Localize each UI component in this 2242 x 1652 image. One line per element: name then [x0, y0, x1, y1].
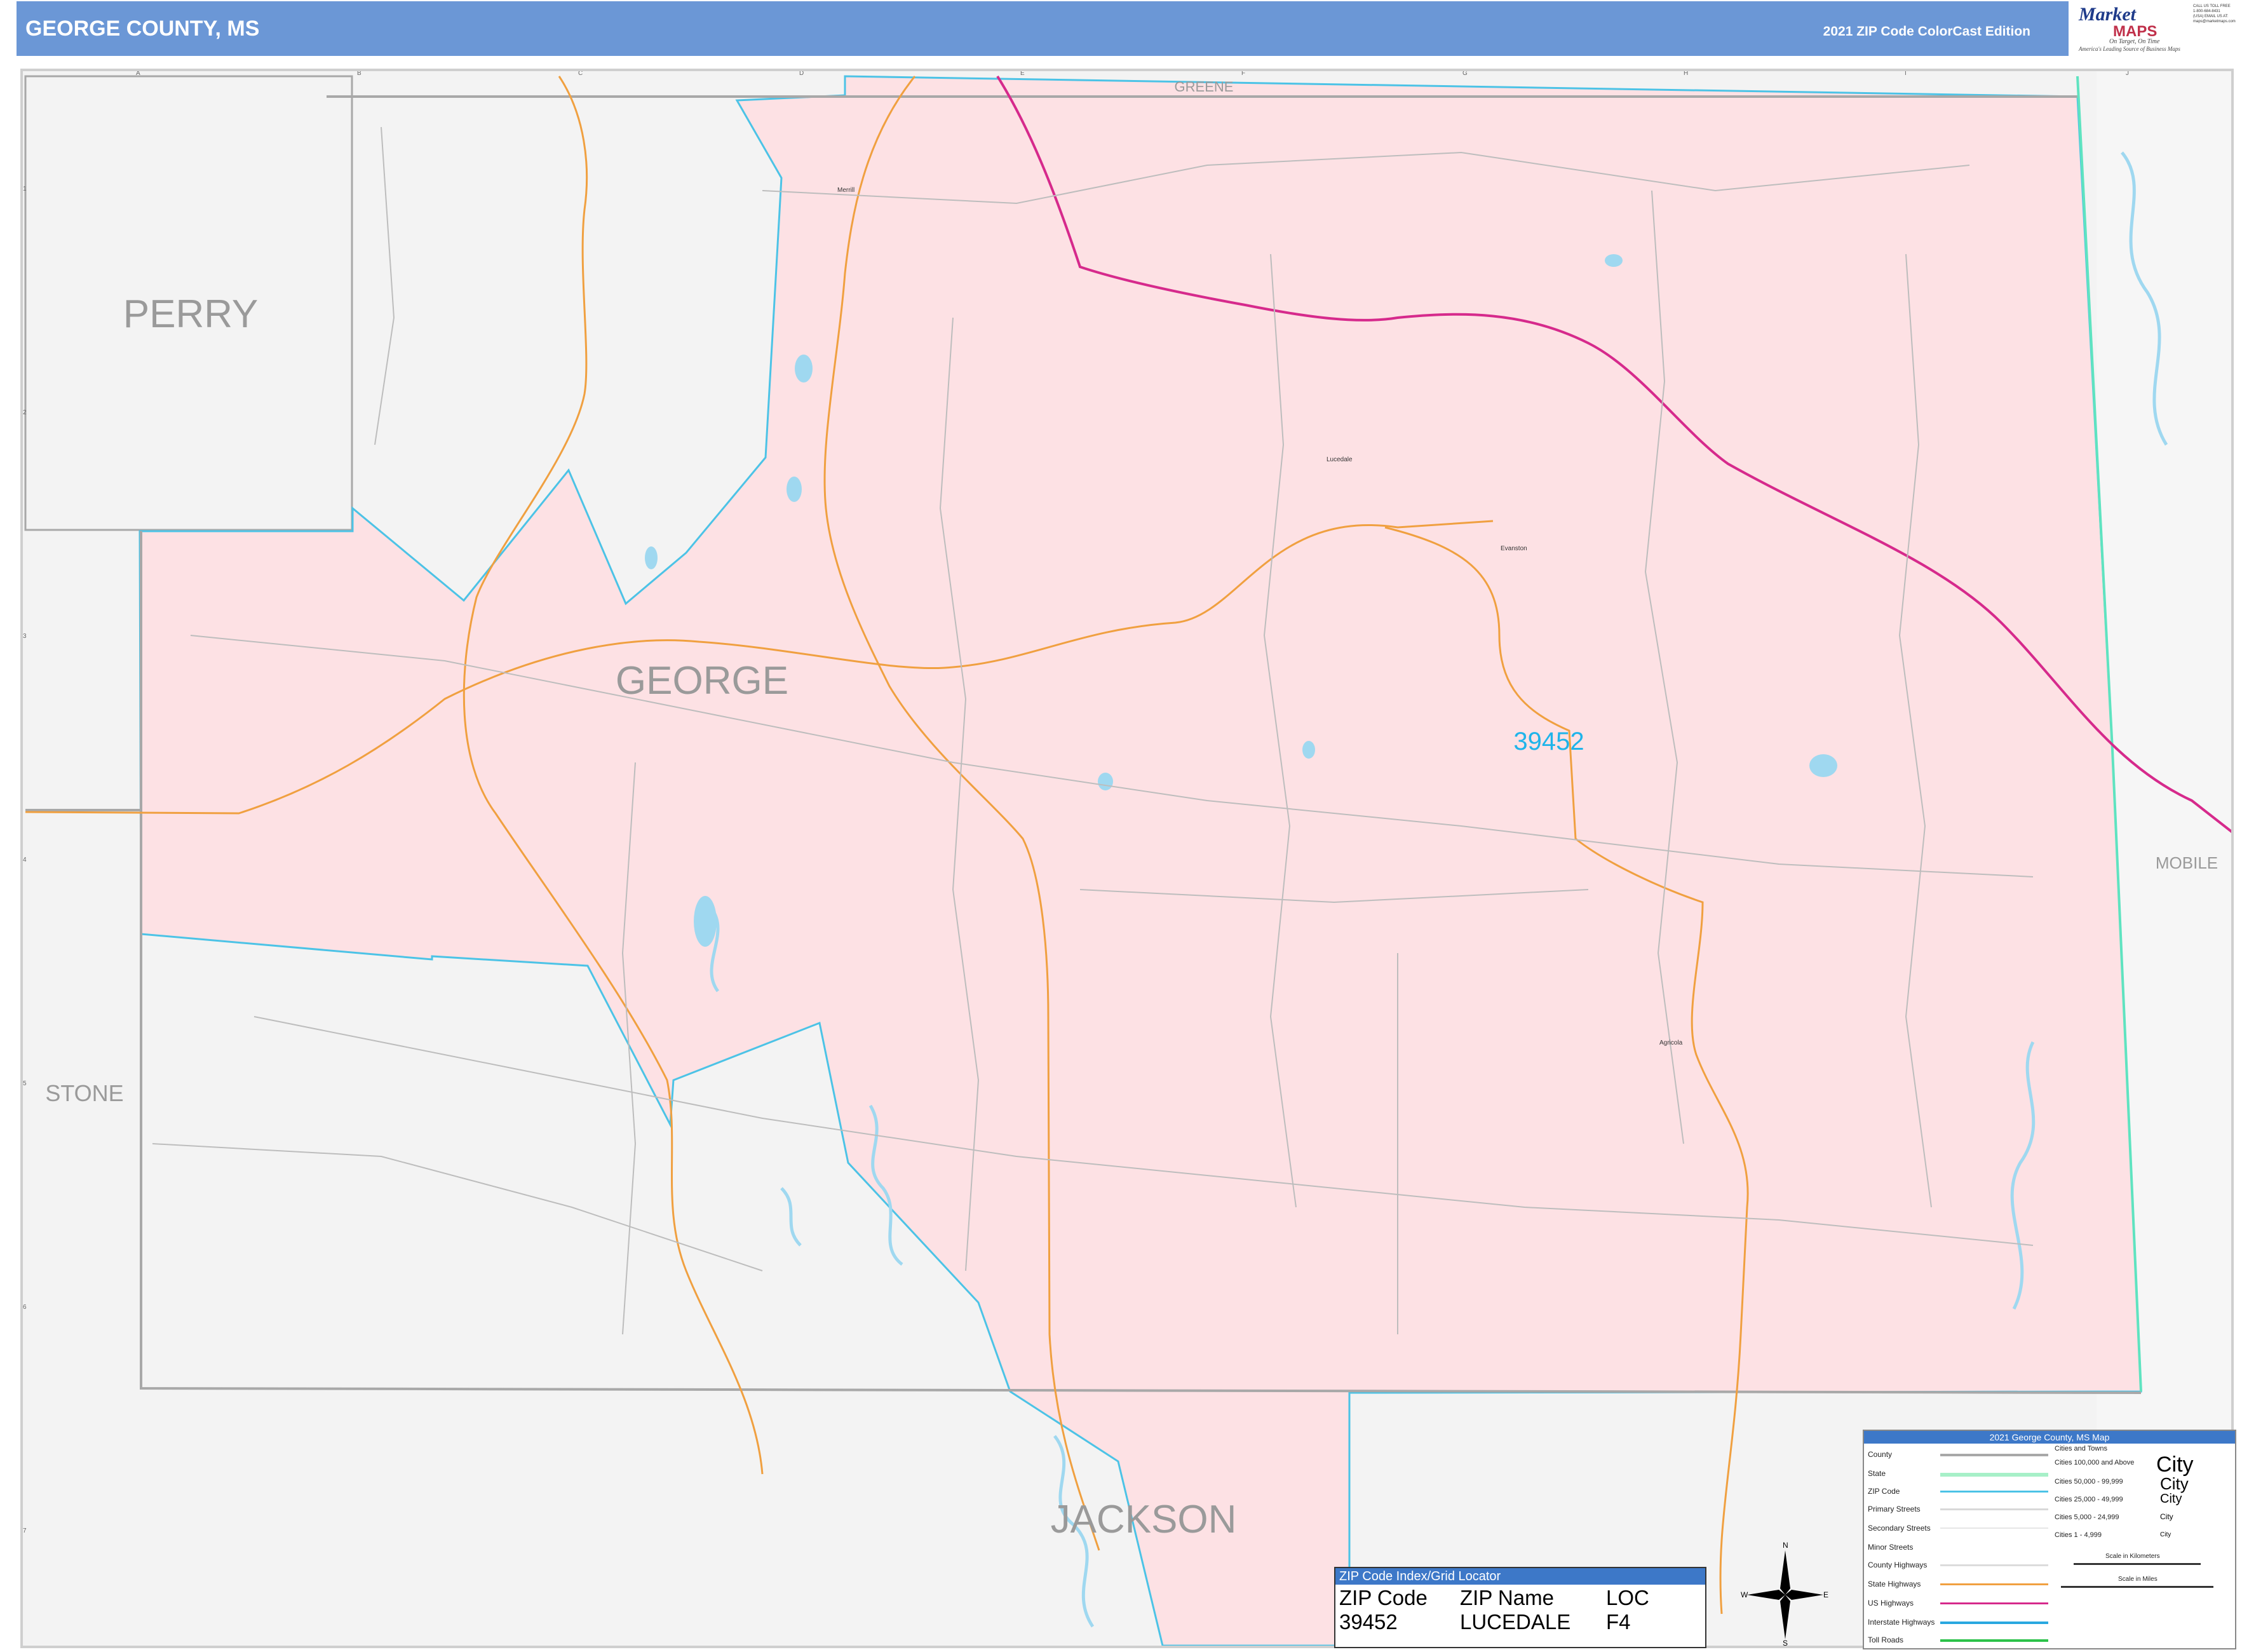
- compass-east-needle: [1785, 1590, 1823, 1600]
- legend-scale-km-bar: [2074, 1563, 2201, 1565]
- legend-zip-swatch: [1940, 1491, 2048, 1493]
- compass-w: W: [1741, 1590, 1748, 1599]
- zip-index-header-row: ZIP Code ZIP Name LOC: [1335, 1585, 1705, 1609]
- zip-index-loc: F4: [1606, 1610, 1631, 1634]
- legend-toll-swatch: [1940, 1639, 2048, 1642]
- compass-n: N: [1783, 1541, 1788, 1550]
- zip-label-39452[interactable]: 39452: [1513, 728, 1584, 755]
- legend-state-hwy: State Highways: [1868, 1580, 1921, 1588]
- legend-county-hwy: County Highways: [1868, 1561, 1928, 1569]
- legend-minor: Minor Streets: [1868, 1543, 1914, 1552]
- grid-row-2: 2: [23, 409, 27, 416]
- grid-row-4: 4: [23, 856, 27, 863]
- legend-toll: Toll Roads: [1868, 1635, 1904, 1644]
- legend-city-class-3: Cities 25,000 - 49,999: [2055, 1496, 2123, 1503]
- town-agricola: Agricola: [1659, 1039, 1683, 1046]
- legend-secondary: Secondary Streets: [1868, 1524, 1931, 1533]
- county-label-jackson: JACKSON: [1051, 1498, 1237, 1541]
- zip-index-heading: ZIP Code Index/Grid Locator: [1335, 1568, 1705, 1585]
- map-legend: 2021 George County, MS Map County State …: [1863, 1430, 2236, 1649]
- zip-index-table: ZIP Code Index/Grid Locator ZIP Code ZIP…: [1334, 1567, 1706, 1648]
- legend-secondary-swatch: [1940, 1527, 2048, 1529]
- county-label-george: GEORGE: [616, 659, 788, 703]
- town-merrill: Merrill: [837, 187, 854, 194]
- compass-north-needle: [1780, 1550, 1790, 1595]
- compass-rose: N S W E: [1741, 1541, 1828, 1646]
- legend-scale-km: Scale in Kilometers: [2105, 1553, 2160, 1560]
- compass-south-needle: [1780, 1595, 1790, 1639]
- compass-west-needle: [1747, 1590, 1785, 1600]
- grid-row-6: 6: [23, 1304, 27, 1311]
- legend-city-sample-5: City: [2160, 1531, 2171, 1538]
- grid-row-5: 5: [23, 1080, 27, 1087]
- zip-index-name: LUCEDALE: [1460, 1610, 1571, 1634]
- legend-us-hwy-swatch: [1940, 1602, 2048, 1604]
- compass-e: E: [1823, 1590, 1828, 1599]
- county-label-greene: GREENE: [1175, 79, 1234, 95]
- legend-city-sample-3: City: [2160, 1492, 2182, 1506]
- legend-city-class-4: Cities 5,000 - 24,999: [2055, 1513, 2119, 1521]
- map-canvas[interactable]: PERRY GEORGE STONE JACKSON GREENE MOBILE…: [0, 0, 2242, 1652]
- zip-index-zip: 39452: [1339, 1610, 1398, 1634]
- legend-city-sample-2: City: [2160, 1474, 2189, 1493]
- legend-title: 2021 George County, MS Map: [1864, 1431, 2235, 1444]
- legend-interstate-swatch: [1940, 1622, 2048, 1624]
- legend-scale-mi-bar: [2061, 1586, 2213, 1588]
- legend-primary: Primary Streets: [1868, 1505, 1921, 1513]
- county-label-mobile: MOBILE: [2156, 853, 2218, 872]
- legend-zip: ZIP Code: [1868, 1487, 1900, 1496]
- legend-scale-mi: Scale in Miles: [2118, 1576, 2158, 1583]
- legend-city-class-1: Cities 100,000 and Above: [2055, 1459, 2135, 1466]
- compass-s: S: [1783, 1639, 1788, 1646]
- legend-county-hwy-swatch: [1940, 1564, 2048, 1566]
- legend-primary-swatch: [1940, 1508, 2048, 1510]
- legend-state: State: [1868, 1469, 1886, 1478]
- town-lucedale: Lucedale: [1327, 456, 1353, 463]
- grid-row-3: 3: [23, 633, 27, 640]
- legend-state-swatch: [1940, 1473, 2048, 1477]
- grid-row-7: 7: [23, 1527, 27, 1534]
- legend-interstate: Interstate Highways: [1868, 1618, 1935, 1627]
- zip-index-col-name: ZIP Name: [1460, 1586, 1554, 1609]
- legend-county-swatch: [1940, 1454, 2048, 1456]
- legend-cities-heading: Cities and Towns: [2055, 1445, 2107, 1452]
- legend-state-hwy-swatch: [1940, 1583, 2048, 1585]
- legend-us-hwy: US Highways: [1868, 1599, 1914, 1608]
- grid-row-1: 1: [23, 186, 27, 193]
- legend-city-class-5: Cities 1 - 4,999: [2055, 1531, 2102, 1539]
- zip-index-col-loc: LOC: [1606, 1586, 1649, 1609]
- zip-index-col-zip: ZIP Code: [1339, 1586, 1428, 1609]
- legend-county: County: [1868, 1450, 1893, 1459]
- county-label-perry: PERRY: [123, 292, 259, 336]
- legend-city-sample-4: City: [2160, 1512, 2173, 1521]
- county-label-stone: STONE: [45, 1080, 123, 1106]
- town-evanston: Evanston: [1501, 545, 1527, 552]
- zip-index-row: 39452 LUCEDALE F4: [1335, 1609, 1705, 1634]
- legend-city-class-2: Cities 50,000 - 99,999: [2055, 1478, 2123, 1486]
